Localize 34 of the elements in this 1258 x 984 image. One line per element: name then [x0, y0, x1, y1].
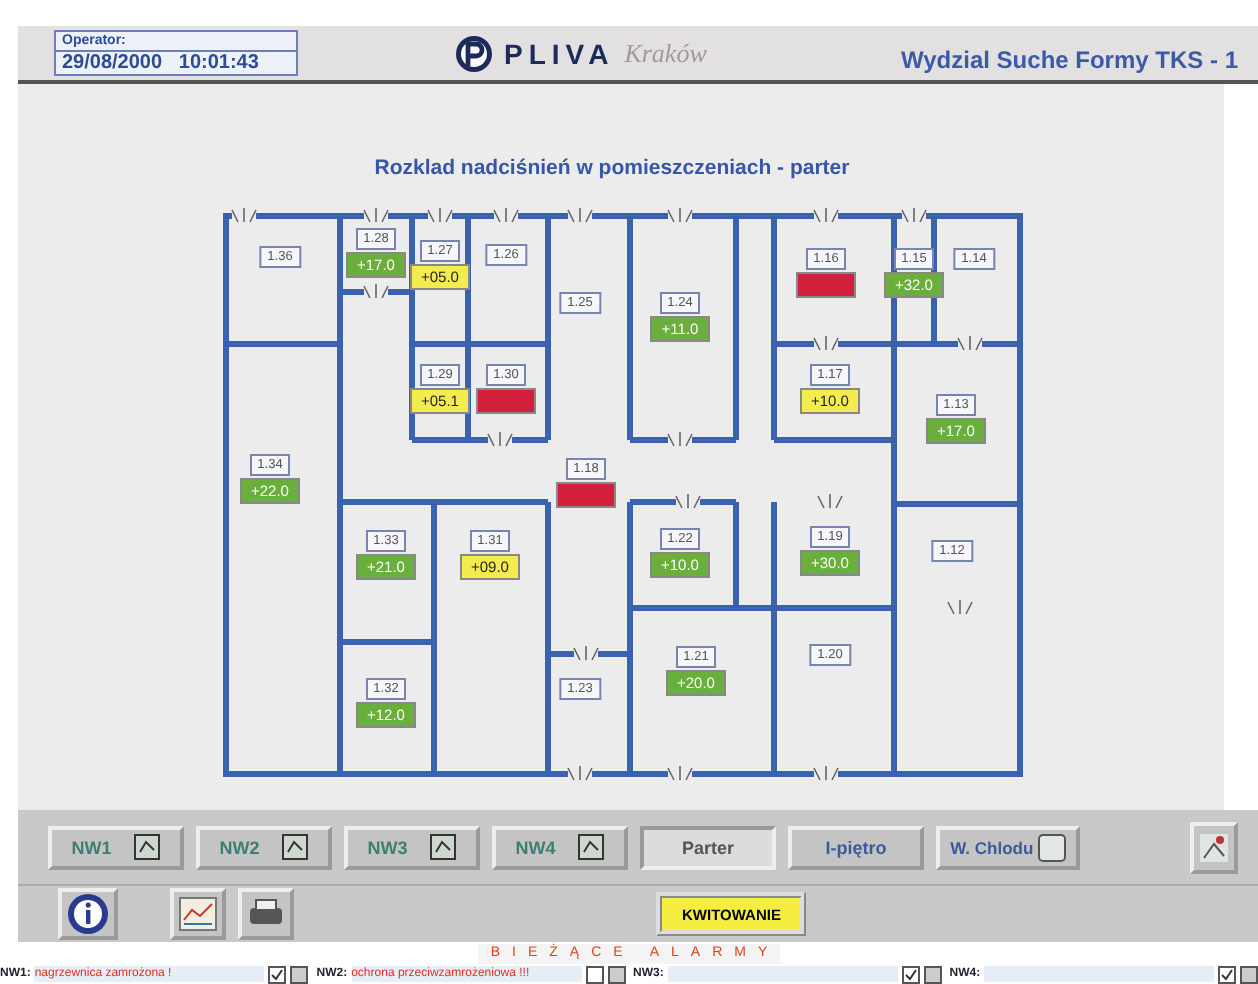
alarm-toggle[interactable] [1240, 965, 1258, 983]
acknowledge-checkbox[interactable] [268, 965, 287, 983]
alarm-toggle[interactable] [290, 965, 309, 983]
landscape-icon [1198, 831, 1230, 863]
date-time: 29/08/2000 10:01:43 [54, 52, 298, 76]
alarm-toggle[interactable] [923, 965, 942, 983]
acknowledge-checkbox[interactable] [1218, 965, 1236, 983]
window-icon [134, 834, 161, 860]
indicator-icon [1037, 833, 1066, 861]
printer-icon [246, 898, 286, 930]
window-icon [282, 834, 309, 860]
window-icon [578, 834, 605, 860]
settings-button[interactable] [1190, 821, 1238, 873]
window-icon [430, 834, 457, 860]
nav-button[interactable]: NW2 [196, 825, 332, 869]
nav-button[interactable]: W. Chlodu [936, 825, 1080, 869]
nav-button[interactable]: NW1 [48, 825, 184, 869]
chart-icon [178, 896, 218, 932]
department-title: Wydzial Suche Formy TKS - 1 [901, 45, 1238, 73]
nav-button[interactable]: Parter [640, 825, 776, 869]
logo-text: PLIVA [504, 37, 615, 69]
nav-button[interactable]: NW3 [344, 825, 480, 869]
info-icon [66, 892, 110, 936]
chart-button[interactable] [170, 888, 226, 940]
logo-icon [454, 33, 494, 73]
plan-title: Rozklad nadciśnień w pomieszczeniach - parter [372, 156, 852, 184]
logo-subtitle: Kraków [624, 37, 707, 69]
nav-button[interactable]: I-piętro [788, 825, 924, 869]
nav-button[interactable]: NW4 [492, 825, 628, 869]
printer-button[interactable] [238, 888, 294, 940]
acknowledge-checkbox[interactable] [585, 965, 603, 983]
info-button[interactable] [58, 888, 118, 940]
alarm-toggle[interactable] [607, 965, 625, 983]
acknowledge-checkbox[interactable] [901, 965, 920, 983]
